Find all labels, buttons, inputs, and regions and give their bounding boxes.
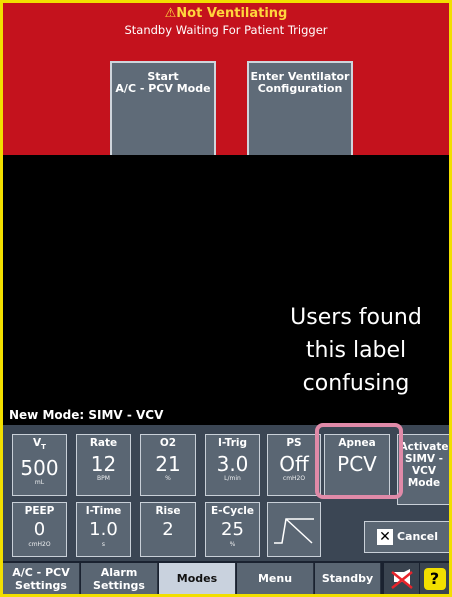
annotation-line3: confusing — [302, 371, 410, 396]
not-ventilating-alert: ⚠Not Ventilating — [164, 6, 288, 21]
itrig-unit: L/min — [224, 475, 241, 482]
help-icon: ? — [423, 568, 446, 590]
help-button[interactable]: ? — [420, 563, 449, 594]
vt-label-sub: T — [41, 443, 46, 452]
cancel-label: Cancel — [396, 530, 439, 543]
tab-alarm-line1: Alarm — [100, 566, 138, 579]
activate-line2: SIMV - — [404, 453, 444, 465]
activate-line1: Activate — [399, 441, 449, 453]
itrig-setting-button[interactable]: I-Trig 3.0 L/min — [205, 434, 260, 496]
apnea-highlight-box — [315, 423, 403, 499]
annotation-line1: Users found — [290, 305, 422, 330]
itrig-label: I-Trig — [217, 437, 248, 449]
itrig-value: 3.0 — [216, 452, 249, 476]
bottom-tab-bar: A/C - PCV Settings Alarm Settings Modes … — [3, 561, 449, 594]
tab-alarm-line2: Settings — [93, 579, 145, 592]
ps-value: Off — [279, 452, 309, 476]
rate-label: Rate — [89, 437, 118, 449]
close-icon: ✕ — [376, 529, 393, 545]
annotation-line2: this label — [305, 338, 407, 363]
vt-label: VT — [13, 437, 66, 453]
tab-standby-label: Standby — [321, 572, 374, 585]
activate-line3: VCV — [412, 465, 436, 477]
tab-ac-pcv-line1: A/C - PCV — [12, 566, 70, 579]
standby-message: Standby Waiting For Patient Trigger — [124, 23, 328, 37]
vt-label-main: V — [33, 437, 42, 449]
alarm-silence-icon — [390, 569, 413, 589]
tab-ac-pcv-settings[interactable]: A/C - PCV Settings — [3, 563, 80, 594]
tab-standby[interactable]: Standby — [315, 563, 381, 594]
tab-ac-pcv-line2: Settings — [15, 579, 67, 592]
rise-label: Rise — [155, 505, 181, 517]
cancel-button[interactable]: ✕ Cancel — [364, 521, 449, 553]
tab-modes[interactable]: Modes — [159, 563, 236, 594]
annotation-text: Users found this label confusing — [271, 301, 441, 400]
o2-unit: % — [165, 475, 171, 482]
vt-setting-button[interactable]: VT 500 mL — [12, 434, 67, 496]
ecycle-setting-button[interactable]: E-Cycle 25 % — [205, 502, 260, 557]
waveform-shape-button[interactable] — [267, 502, 321, 557]
peep-unit: cmH2O — [28, 541, 51, 548]
peep-label: PEEP — [24, 505, 55, 517]
config-button-line2: Configuration — [257, 82, 343, 95]
ps-label: PS — [286, 437, 302, 449]
ecycle-value: 25 — [221, 519, 244, 540]
peep-value: 0 — [33, 519, 46, 540]
rise-setting-button[interactable]: Rise 2 — [140, 502, 196, 557]
ps-unit: cmH2O — [282, 475, 306, 482]
start-button-line2: A/C - PCV Mode — [115, 82, 211, 95]
o2-label: O2 — [159, 437, 177, 449]
activate-line4: Mode — [407, 477, 441, 489]
status-banner: ⚠Not Ventilating Standby Waiting For Pat… — [3, 3, 449, 155]
peep-setting-button[interactable]: PEEP 0 cmH2O — [12, 502, 67, 557]
itime-value: 1.0 — [89, 519, 118, 540]
o2-value: 21 — [155, 452, 181, 476]
rate-unit: BPM — [97, 475, 110, 482]
rate-value: 12 — [90, 452, 117, 476]
itime-setting-button[interactable]: I-Time 1.0 s — [76, 502, 131, 557]
new-mode-title: New Mode: SIMV - VCV — [3, 405, 449, 425]
tab-menu[interactable]: Menu — [237, 563, 314, 594]
ventilator-screen: ⚠Not Ventilating Standby Waiting For Pat… — [0, 0, 452, 597]
itime-label: I-Time — [85, 505, 122, 517]
rate-setting-button[interactable]: Rate 12 BPM — [76, 434, 131, 496]
vt-unit: mL — [34, 479, 45, 487]
itime-unit: s — [101, 541, 106, 548]
rise-value: 2 — [162, 519, 174, 540]
tab-menu-label: Menu — [257, 572, 293, 585]
pressure-waveform-icon — [274, 518, 314, 544]
vt-value: 500 — [20, 456, 59, 481]
ecycle-unit: % — [229, 541, 236, 548]
enter-ventilator-configuration-button[interactable]: Enter Ventilator Configuration — [247, 61, 353, 157]
ecycle-label: E-Cycle — [210, 505, 255, 517]
activate-mode-button[interactable]: Activate SIMV - VCV Mode — [397, 434, 449, 505]
o2-setting-button[interactable]: O2 21 % — [140, 434, 196, 496]
tab-modes-label: Modes — [176, 572, 218, 585]
alarm-silence-button[interactable] — [384, 563, 419, 594]
ps-setting-button[interactable]: PS Off cmH2O — [267, 434, 321, 496]
tab-alarm-settings[interactable]: Alarm Settings — [81, 563, 158, 594]
start-ac-pcv-button[interactable]: Start A/C - PCV Mode — [110, 61, 216, 157]
